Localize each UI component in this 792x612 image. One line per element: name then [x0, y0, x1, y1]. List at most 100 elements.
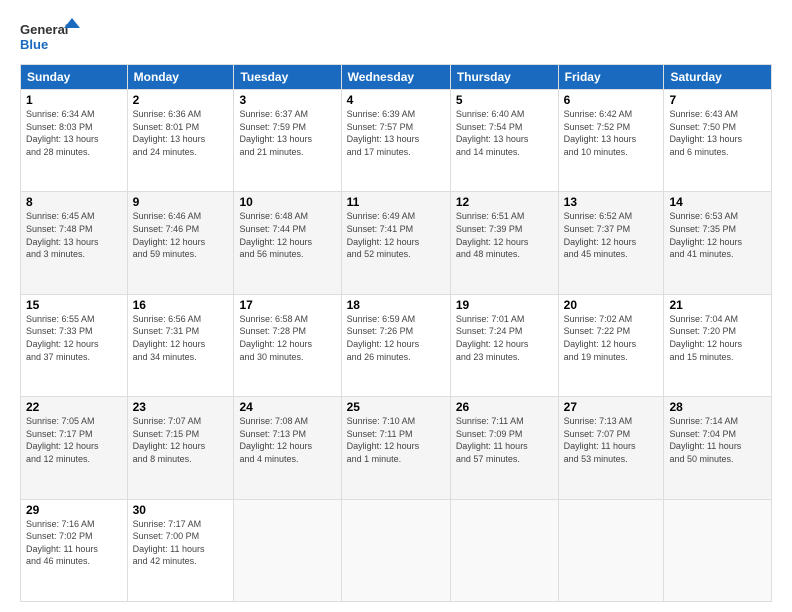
calendar-cell: 30Sunrise: 7:17 AM Sunset: 7:00 PM Dayli… [127, 499, 234, 601]
day-number: 26 [456, 400, 553, 414]
calendar-cell: 4Sunrise: 6:39 AM Sunset: 7:57 PM Daylig… [341, 90, 450, 192]
calendar-cell: 8Sunrise: 6:45 AM Sunset: 7:48 PM Daylig… [21, 192, 128, 294]
day-info: Sunrise: 7:08 AM Sunset: 7:13 PM Dayligh… [239, 415, 335, 465]
day-info: Sunrise: 7:14 AM Sunset: 7:04 PM Dayligh… [669, 415, 766, 465]
calendar-week-row: 22Sunrise: 7:05 AM Sunset: 7:17 PM Dayli… [21, 397, 772, 499]
day-info: Sunrise: 7:11 AM Sunset: 7:09 PM Dayligh… [456, 415, 553, 465]
calendar-cell: 20Sunrise: 7:02 AM Sunset: 7:22 PM Dayli… [558, 294, 664, 396]
weekday-header-sunday: Sunday [21, 65, 128, 90]
weekday-header-thursday: Thursday [450, 65, 558, 90]
day-number: 7 [669, 93, 766, 107]
day-info: Sunrise: 7:10 AM Sunset: 7:11 PM Dayligh… [347, 415, 445, 465]
day-info: Sunrise: 6:49 AM Sunset: 7:41 PM Dayligh… [347, 210, 445, 260]
day-number: 15 [26, 298, 122, 312]
day-info: Sunrise: 6:55 AM Sunset: 7:33 PM Dayligh… [26, 313, 122, 363]
day-number: 23 [133, 400, 229, 414]
calendar-week-row: 1Sunrise: 6:34 AM Sunset: 8:03 PM Daylig… [21, 90, 772, 192]
day-number: 12 [456, 195, 553, 209]
calendar-week-row: 15Sunrise: 6:55 AM Sunset: 7:33 PM Dayli… [21, 294, 772, 396]
day-info: Sunrise: 7:05 AM Sunset: 7:17 PM Dayligh… [26, 415, 122, 465]
calendar-cell: 24Sunrise: 7:08 AM Sunset: 7:13 PM Dayli… [234, 397, 341, 499]
calendar-cell: 18Sunrise: 6:59 AM Sunset: 7:26 PM Dayli… [341, 294, 450, 396]
day-info: Sunrise: 6:51 AM Sunset: 7:39 PM Dayligh… [456, 210, 553, 260]
calendar-cell: 21Sunrise: 7:04 AM Sunset: 7:20 PM Dayli… [664, 294, 772, 396]
day-number: 10 [239, 195, 335, 209]
day-info: Sunrise: 6:56 AM Sunset: 7:31 PM Dayligh… [133, 313, 229, 363]
day-number: 27 [564, 400, 659, 414]
day-info: Sunrise: 6:39 AM Sunset: 7:57 PM Dayligh… [347, 108, 445, 158]
day-info: Sunrise: 6:40 AM Sunset: 7:54 PM Dayligh… [456, 108, 553, 158]
calendar-cell: 1Sunrise: 6:34 AM Sunset: 8:03 PM Daylig… [21, 90, 128, 192]
day-number: 4 [347, 93, 445, 107]
calendar-table: SundayMondayTuesdayWednesdayThursdayFrid… [20, 64, 772, 602]
day-number: 8 [26, 195, 122, 209]
calendar-cell: 2Sunrise: 6:36 AM Sunset: 8:01 PM Daylig… [127, 90, 234, 192]
calendar-cell: 6Sunrise: 6:42 AM Sunset: 7:52 PM Daylig… [558, 90, 664, 192]
day-number: 22 [26, 400, 122, 414]
calendar-week-row: 29Sunrise: 7:16 AM Sunset: 7:02 PM Dayli… [21, 499, 772, 601]
day-info: Sunrise: 6:34 AM Sunset: 8:03 PM Dayligh… [26, 108, 122, 158]
calendar-header: SundayMondayTuesdayWednesdayThursdayFrid… [21, 65, 772, 90]
calendar-cell: 25Sunrise: 7:10 AM Sunset: 7:11 PM Dayli… [341, 397, 450, 499]
day-number: 19 [456, 298, 553, 312]
day-info: Sunrise: 6:48 AM Sunset: 7:44 PM Dayligh… [239, 210, 335, 260]
day-info: Sunrise: 6:53 AM Sunset: 7:35 PM Dayligh… [669, 210, 766, 260]
day-number: 20 [564, 298, 659, 312]
day-info: Sunrise: 6:45 AM Sunset: 7:48 PM Dayligh… [26, 210, 122, 260]
day-info: Sunrise: 6:43 AM Sunset: 7:50 PM Dayligh… [669, 108, 766, 158]
calendar-cell [234, 499, 341, 601]
day-number: 18 [347, 298, 445, 312]
day-info: Sunrise: 6:42 AM Sunset: 7:52 PM Dayligh… [564, 108, 659, 158]
weekday-header-tuesday: Tuesday [234, 65, 341, 90]
calendar-cell: 29Sunrise: 7:16 AM Sunset: 7:02 PM Dayli… [21, 499, 128, 601]
calendar-week-row: 8Sunrise: 6:45 AM Sunset: 7:48 PM Daylig… [21, 192, 772, 294]
day-number: 29 [26, 503, 122, 517]
logo: General Blue [20, 16, 80, 56]
calendar-cell: 23Sunrise: 7:07 AM Sunset: 7:15 PM Dayli… [127, 397, 234, 499]
day-number: 30 [133, 503, 229, 517]
day-info: Sunrise: 7:04 AM Sunset: 7:20 PM Dayligh… [669, 313, 766, 363]
day-number: 21 [669, 298, 766, 312]
calendar-cell: 3Sunrise: 6:37 AM Sunset: 7:59 PM Daylig… [234, 90, 341, 192]
day-number: 28 [669, 400, 766, 414]
calendar-cell: 19Sunrise: 7:01 AM Sunset: 7:24 PM Dayli… [450, 294, 558, 396]
calendar-cell: 26Sunrise: 7:11 AM Sunset: 7:09 PM Dayli… [450, 397, 558, 499]
day-number: 5 [456, 93, 553, 107]
calendar-cell: 27Sunrise: 7:13 AM Sunset: 7:07 PM Dayli… [558, 397, 664, 499]
day-number: 25 [347, 400, 445, 414]
calendar-cell [450, 499, 558, 601]
day-info: Sunrise: 6:59 AM Sunset: 7:26 PM Dayligh… [347, 313, 445, 363]
day-number: 16 [133, 298, 229, 312]
weekday-header-friday: Friday [558, 65, 664, 90]
day-info: Sunrise: 7:17 AM Sunset: 7:00 PM Dayligh… [133, 518, 229, 568]
calendar-cell: 22Sunrise: 7:05 AM Sunset: 7:17 PM Dayli… [21, 397, 128, 499]
calendar-cell: 28Sunrise: 7:14 AM Sunset: 7:04 PM Dayli… [664, 397, 772, 499]
day-number: 13 [564, 195, 659, 209]
weekday-header-monday: Monday [127, 65, 234, 90]
day-info: Sunrise: 6:37 AM Sunset: 7:59 PM Dayligh… [239, 108, 335, 158]
calendar-cell: 12Sunrise: 6:51 AM Sunset: 7:39 PM Dayli… [450, 192, 558, 294]
day-info: Sunrise: 6:52 AM Sunset: 7:37 PM Dayligh… [564, 210, 659, 260]
logo-svg: General Blue [20, 16, 80, 56]
day-info: Sunrise: 7:16 AM Sunset: 7:02 PM Dayligh… [26, 518, 122, 568]
page-header: General Blue [20, 16, 772, 56]
day-number: 11 [347, 195, 445, 209]
weekday-header-wednesday: Wednesday [341, 65, 450, 90]
weekday-header-row: SundayMondayTuesdayWednesdayThursdayFrid… [21, 65, 772, 90]
day-info: Sunrise: 6:36 AM Sunset: 8:01 PM Dayligh… [133, 108, 229, 158]
calendar-cell: 14Sunrise: 6:53 AM Sunset: 7:35 PM Dayli… [664, 192, 772, 294]
day-number: 3 [239, 93, 335, 107]
day-number: 17 [239, 298, 335, 312]
calendar-cell: 7Sunrise: 6:43 AM Sunset: 7:50 PM Daylig… [664, 90, 772, 192]
day-number: 9 [133, 195, 229, 209]
day-info: Sunrise: 6:58 AM Sunset: 7:28 PM Dayligh… [239, 313, 335, 363]
day-number: 24 [239, 400, 335, 414]
day-info: Sunrise: 7:07 AM Sunset: 7:15 PM Dayligh… [133, 415, 229, 465]
calendar-cell: 13Sunrise: 6:52 AM Sunset: 7:37 PM Dayli… [558, 192, 664, 294]
calendar-page: General Blue SundayMondayTuesdayWednesda… [0, 0, 792, 612]
calendar-body: 1Sunrise: 6:34 AM Sunset: 8:03 PM Daylig… [21, 90, 772, 602]
weekday-header-saturday: Saturday [664, 65, 772, 90]
calendar-cell: 10Sunrise: 6:48 AM Sunset: 7:44 PM Dayli… [234, 192, 341, 294]
calendar-cell: 11Sunrise: 6:49 AM Sunset: 7:41 PM Dayli… [341, 192, 450, 294]
calendar-cell: 15Sunrise: 6:55 AM Sunset: 7:33 PM Dayli… [21, 294, 128, 396]
